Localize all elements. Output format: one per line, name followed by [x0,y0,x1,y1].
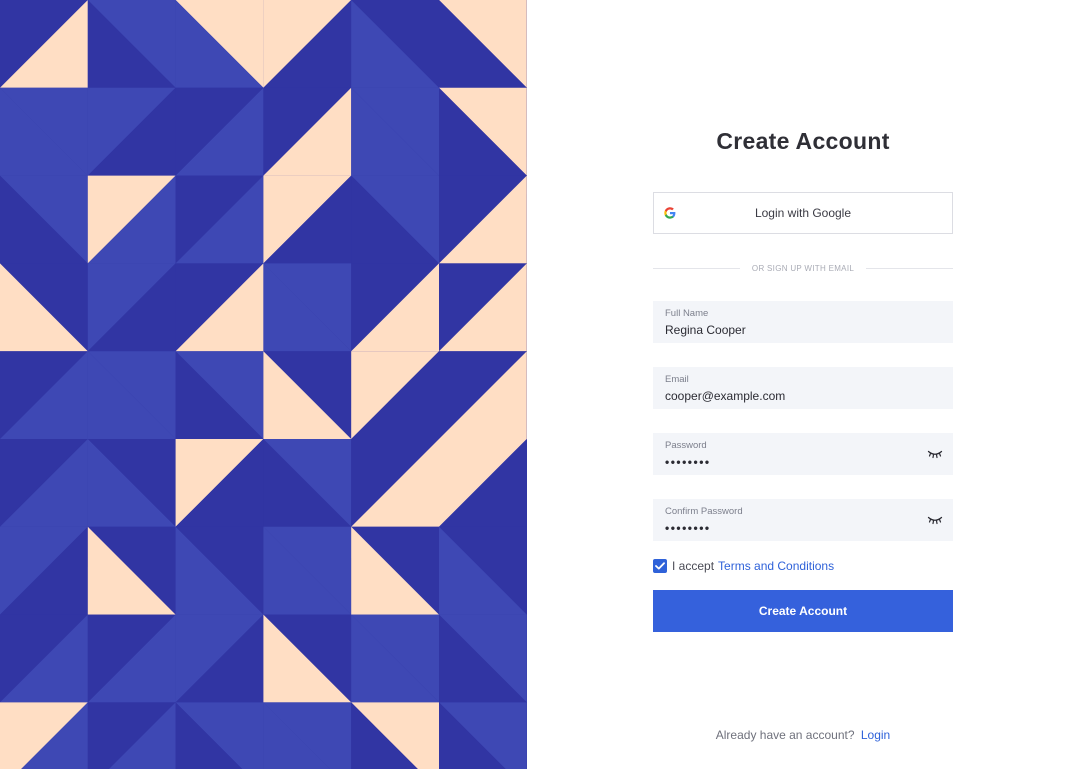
confirm-password-input[interactable] [665,521,905,536]
full-name-label: Full Name [665,308,709,319]
create-account-button[interactable]: Create Account [653,590,953,632]
checkmark-icon [655,561,665,569]
divider-text: OR SIGN UP WITH EMAIL [751,263,855,273]
page-title: Create Account [716,128,890,154]
terms-prefix-text: I accept [672,558,715,573]
terms-row: I accept Terms and Conditions [653,558,834,573]
password-label: Password [665,440,707,451]
password-input[interactable] [665,455,905,470]
confirm-password-label: Confirm Password [665,506,743,517]
login-link[interactable]: Login [861,728,890,742]
email-label: Email [665,374,689,385]
email-input[interactable] [665,389,905,404]
full-name-field[interactable]: Full Name [653,301,953,343]
login-with-google-button[interactable]: Login with Google [653,192,953,234]
divider-line-right [866,267,954,269]
terms-and-conditions-link[interactable]: Terms and Conditions [718,559,834,573]
google-icon [664,207,676,219]
eye-closed-icon[interactable] [927,449,943,459]
geometric-pattern-illustration [0,0,527,769]
eye-closed-icon[interactable] [927,515,943,525]
divider-line-left [653,267,740,269]
or-divider: OR SIGN UP WITH EMAIL [653,262,954,274]
full-name-input[interactable] [665,323,905,338]
login-prompt: Already have an account? Login [653,728,953,742]
login-with-google-label: Login with Google [754,206,852,220]
pattern-tiles [0,0,527,769]
login-prompt-text: Already have an account? [715,728,855,742]
email-field[interactable]: Email [653,367,953,409]
terms-checkbox[interactable] [653,558,667,573]
confirm-password-field[interactable]: Confirm Password [653,499,953,541]
password-field[interactable]: Password [653,433,953,475]
